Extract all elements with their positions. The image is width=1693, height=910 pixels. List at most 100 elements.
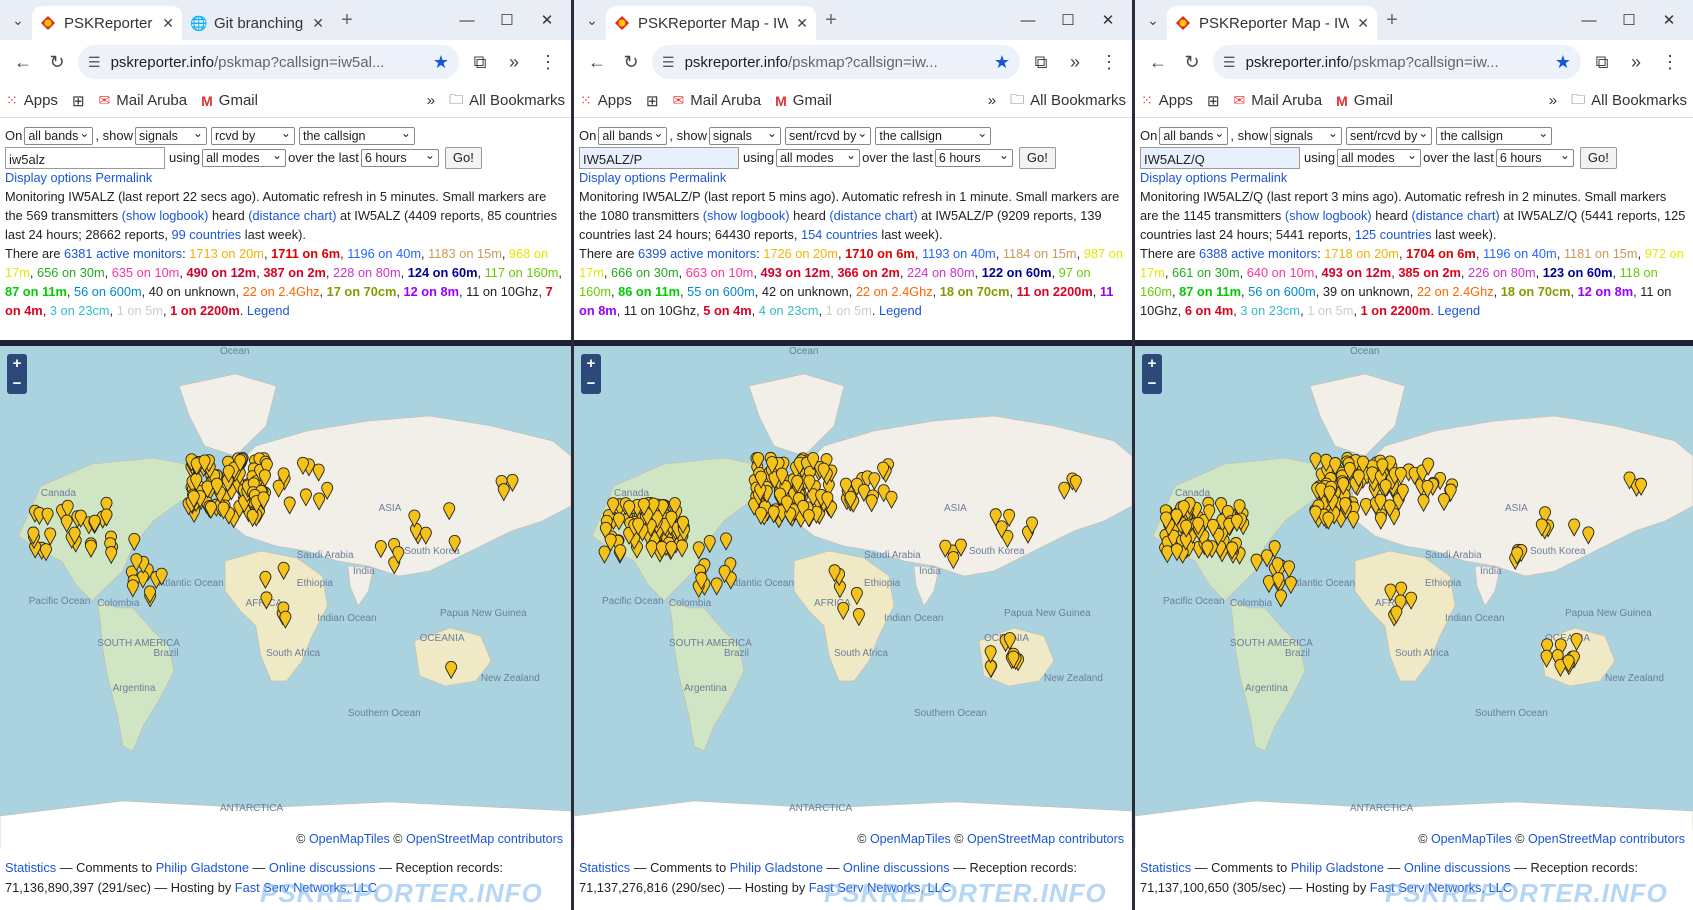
close-window-icon[interactable]: ✕ xyxy=(527,11,567,29)
reception-marker[interactable] xyxy=(598,545,611,564)
all-bookmarks[interactable]: 🗀 All Bookmarks xyxy=(1571,89,1687,113)
band-count[interactable]: 1711 on 6m xyxy=(271,246,340,261)
bookmark-mail-aruba[interactable]: ✉ Mail Aruba xyxy=(99,92,188,109)
band-count[interactable]: 1 on 5m xyxy=(117,303,163,318)
maximize-icon[interactable]: ☐ xyxy=(487,11,527,29)
band-count[interactable]: 22 on 2.4Ghz xyxy=(856,284,933,299)
band-count[interactable]: 11 on 2200m xyxy=(1017,284,1093,299)
tab-search-icon[interactable]: ⌄ xyxy=(4,2,32,38)
permalink-link[interactable]: Permalink xyxy=(95,170,152,185)
close-window-icon[interactable]: ✕ xyxy=(1088,11,1128,29)
minimize-icon[interactable]: — xyxy=(447,12,487,29)
go-button[interactable]: Go! xyxy=(1018,146,1056,169)
band-count[interactable]: 661 on 30m xyxy=(1172,265,1240,280)
bookmark-star-icon[interactable]: ★ xyxy=(1549,52,1571,73)
show-select[interactable]: signals xyxy=(134,125,207,145)
author-link[interactable]: Philip Gladstone xyxy=(156,860,249,875)
band-count[interactable]: 3 on 23cm xyxy=(50,303,110,318)
band-count[interactable]: 1710 on 6m xyxy=(845,246,915,261)
online-discussions-link[interactable]: Online discussions xyxy=(843,860,950,875)
browser-tab[interactable]: PSKReporter M ✕ xyxy=(32,6,182,40)
period-select[interactable]: 6 hours xyxy=(360,147,439,167)
band-count[interactable]: 5 on 4m xyxy=(703,303,751,318)
countries-link[interactable]: 154 countries xyxy=(801,227,878,242)
band-count[interactable]: 12 on 8m xyxy=(403,284,458,299)
band-count[interactable]: 224 on 80m xyxy=(907,265,975,280)
active-monitors-link[interactable]: 6399 active monitors xyxy=(638,246,756,261)
zoom-out-button[interactable]: − xyxy=(581,374,601,394)
band-count[interactable]: 1 on 5m xyxy=(826,303,872,318)
reload-icon[interactable]: ↻ xyxy=(1175,45,1209,79)
bookmark-gmail[interactable]: M Gmail xyxy=(201,92,258,109)
world-map[interactable]: + − Ocean Pacific Ocean Atlantic Ocean Indian… xyxy=(574,340,1132,848)
reception-marker[interactable] xyxy=(710,577,723,596)
site-info-icon[interactable]: ☰ xyxy=(662,54,675,71)
band-count[interactable]: 385 on 2m xyxy=(1398,265,1461,280)
overflow-icon[interactable]: » xyxy=(1619,45,1653,79)
direction-select[interactable]: rcvd by xyxy=(210,125,295,145)
back-icon[interactable]: ← xyxy=(6,45,40,79)
show-logbook-link[interactable]: (show logbook) xyxy=(1285,208,1372,223)
reception-marker[interactable] xyxy=(1275,589,1287,608)
callsign-input[interactable]: IW5ALZ/Q xyxy=(1140,146,1300,169)
new-tab-icon[interactable]: + xyxy=(332,9,362,32)
show-logbook-link[interactable]: (show logbook) xyxy=(703,208,790,223)
band-count[interactable]: 11 on 10Ghz xyxy=(466,284,538,299)
band-count[interactable]: 1196 on 40m xyxy=(347,246,421,261)
openmaptiles-link[interactable]: OpenMapTiles xyxy=(1431,832,1512,846)
band-count[interactable]: 366 on 2m xyxy=(837,265,900,280)
direction-select[interactable]: sent/rcvd by xyxy=(1345,125,1433,145)
band-count[interactable]: 493 on 12m xyxy=(760,265,830,280)
site-info-icon[interactable]: ☰ xyxy=(88,54,101,71)
world-map[interactable]: + − Ocean Pacific Ocean Atlantic Ocean Indian… xyxy=(1135,340,1693,848)
zoom-out-button[interactable]: − xyxy=(1142,374,1162,394)
close-window-icon[interactable]: ✕ xyxy=(1649,11,1689,29)
apps-bookmark[interactable]: ⁙ Apps xyxy=(6,92,58,109)
browser-tab[interactable]: PSKReporter Map - IW5A ✕ xyxy=(1167,6,1377,40)
band-count[interactable]: 666 on 30m xyxy=(611,265,679,280)
band-count[interactable]: 1718 on 20m xyxy=(1324,246,1399,261)
openmaptiles-link[interactable]: OpenMapTiles xyxy=(309,832,390,846)
band-count[interactable]: 122 on 60m xyxy=(982,265,1052,280)
band-count[interactable]: 1 on 2200m xyxy=(170,303,240,318)
bookmarks-overflow-icon[interactable]: » xyxy=(1549,92,1557,109)
bookmarks-overflow-icon[interactable]: » xyxy=(427,92,435,109)
reception-marker[interactable] xyxy=(205,500,217,520)
band-count[interactable]: 4 on 23cm xyxy=(759,303,819,318)
bookmark-mail-aruba[interactable]: ✉ Mail Aruba xyxy=(1234,92,1323,109)
zoom-in-button[interactable]: + xyxy=(1142,354,1162,374)
callsign-input[interactable]: iw5alz xyxy=(5,146,165,169)
site-info-icon[interactable]: ☰ xyxy=(1223,54,1236,71)
band-count[interactable]: 12 on 8m xyxy=(1578,284,1633,299)
browser-tab[interactable]: 🌐 Git branching ✕ xyxy=(182,6,332,40)
band-count[interactable]: 6 on 4m xyxy=(1185,303,1233,318)
band-count[interactable]: 1726 on 20m xyxy=(763,246,838,261)
online-discussions-link[interactable]: Online discussions xyxy=(269,860,376,875)
overflow-icon[interactable]: » xyxy=(1058,45,1092,79)
overflow-icon[interactable]: » xyxy=(497,45,531,79)
band-count[interactable]: 1 on 2200m xyxy=(1361,303,1431,318)
all-bookmarks[interactable]: 🗀 All Bookmarks xyxy=(1010,89,1126,113)
bookmark-star-icon[interactable]: ★ xyxy=(427,52,449,73)
reception-marker[interactable] xyxy=(126,579,139,598)
target-select[interactable]: the callsign xyxy=(298,125,415,145)
menu-icon[interactable]: ⋮ xyxy=(1092,45,1126,79)
band-count[interactable]: 87 on 11m xyxy=(1179,284,1241,299)
mode-select[interactable]: all modes xyxy=(776,147,861,167)
go-button[interactable]: Go! xyxy=(444,146,482,169)
band-select[interactable]: all bands xyxy=(598,125,668,145)
band-count[interactable]: 42 on unknown xyxy=(762,284,849,299)
reception-marker[interactable] xyxy=(720,532,732,551)
band-select[interactable]: all bands xyxy=(24,125,94,145)
distance-chart-link[interactable]: (distance chart) xyxy=(829,208,917,223)
minimize-icon[interactable]: — xyxy=(1569,12,1609,29)
band-count[interactable]: 490 on 12m xyxy=(186,265,256,280)
apps-bookmark[interactable]: ⁙ Apps xyxy=(580,92,632,109)
band-count[interactable]: 22 on 2.4Ghz xyxy=(243,284,320,299)
reception-marker[interactable] xyxy=(1284,575,1297,595)
statistics-link[interactable]: Statistics xyxy=(579,860,630,875)
distance-chart-link[interactable]: (distance chart) xyxy=(248,208,336,223)
active-monitors-link[interactable]: 6388 active monitors xyxy=(1199,246,1317,261)
close-tab-icon[interactable]: ✕ xyxy=(1357,15,1369,32)
band-count[interactable]: 1 on 5m xyxy=(1307,303,1353,318)
